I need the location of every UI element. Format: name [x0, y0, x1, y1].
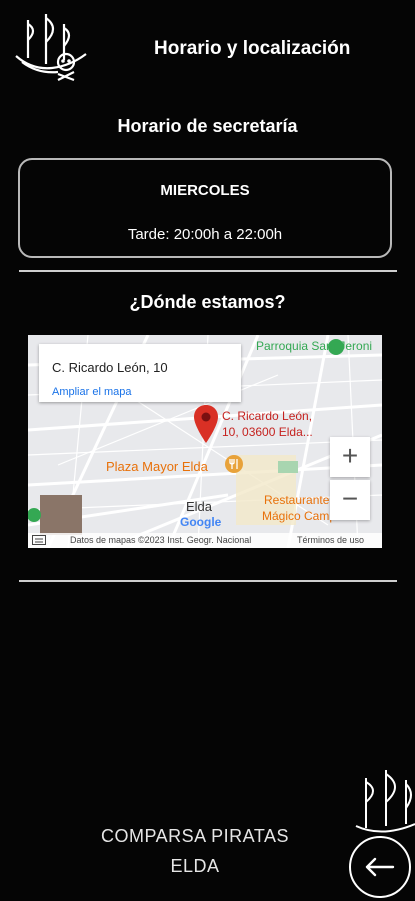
embedded-map[interactable]: C. Ricardo León, 10 Ampliar el mapa Parr…	[28, 335, 382, 548]
google-logo: Google	[180, 515, 222, 529]
page-title: Horario y localización	[154, 38, 351, 59]
zoom-in-button[interactable]: +	[330, 437, 370, 477]
divider	[19, 270, 397, 272]
back-button[interactable]	[349, 836, 411, 898]
schedule-heading: Horario de secretaría	[117, 116, 298, 136]
map-place-restaurant-line2: Mágico Campi	[262, 509, 339, 523]
map-terms-link[interactable]: Términos de uso	[297, 535, 364, 545]
schedule-day: MIERCOLES	[160, 182, 250, 199]
map-pin-icon[interactable]	[194, 405, 218, 448]
map-attribution: Datos de mapas ©2023 Inst. Geogr. Nacion…	[70, 535, 252, 545]
map-place-restaurant-line1: Restaurante	[264, 493, 330, 507]
arrow-left-icon	[365, 857, 395, 877]
schedule-card: MIERCOLES Tarde: 20:00h a 22:00h	[18, 158, 392, 258]
map-place-town: Elda	[186, 499, 213, 514]
divider	[19, 580, 397, 582]
restaurant-icon	[225, 455, 243, 473]
map-info-address: C. Ricardo León, 10	[52, 360, 168, 375]
schedule-hours: Tarde: 20:00h a 22:00h	[127, 226, 283, 243]
map-pin-label-line2: 10, 03600 Elda...	[222, 425, 313, 439]
keyboard-icon[interactable]	[32, 535, 46, 547]
map-place-plaza: Plaza Mayor Elda	[106, 459, 208, 474]
pirate-ship-logo-icon	[8, 10, 94, 82]
map-pin-label-line1: C. Ricardo León,	[222, 409, 313, 423]
footer-name-line1: COMPARSA PIRATAS	[100, 826, 290, 846]
zoom-out-button[interactable]: −	[330, 480, 370, 520]
map-info-box: C. Ricardo León, 10 Ampliar el mapa	[39, 344, 241, 402]
footer-name-line2: ELDA	[170, 856, 220, 876]
pirate-ship-icon	[352, 768, 415, 843]
map-place-parish: Parroquia Sant Jeroni	[256, 339, 373, 353]
map-enlarge-link[interactable]: Ampliar el mapa	[52, 386, 131, 398]
location-heading: ¿Dónde estamos?	[129, 292, 286, 312]
map-attribution-bar: Datos de mapas ©2023 Inst. Geogr. Nacion…	[28, 533, 382, 548]
